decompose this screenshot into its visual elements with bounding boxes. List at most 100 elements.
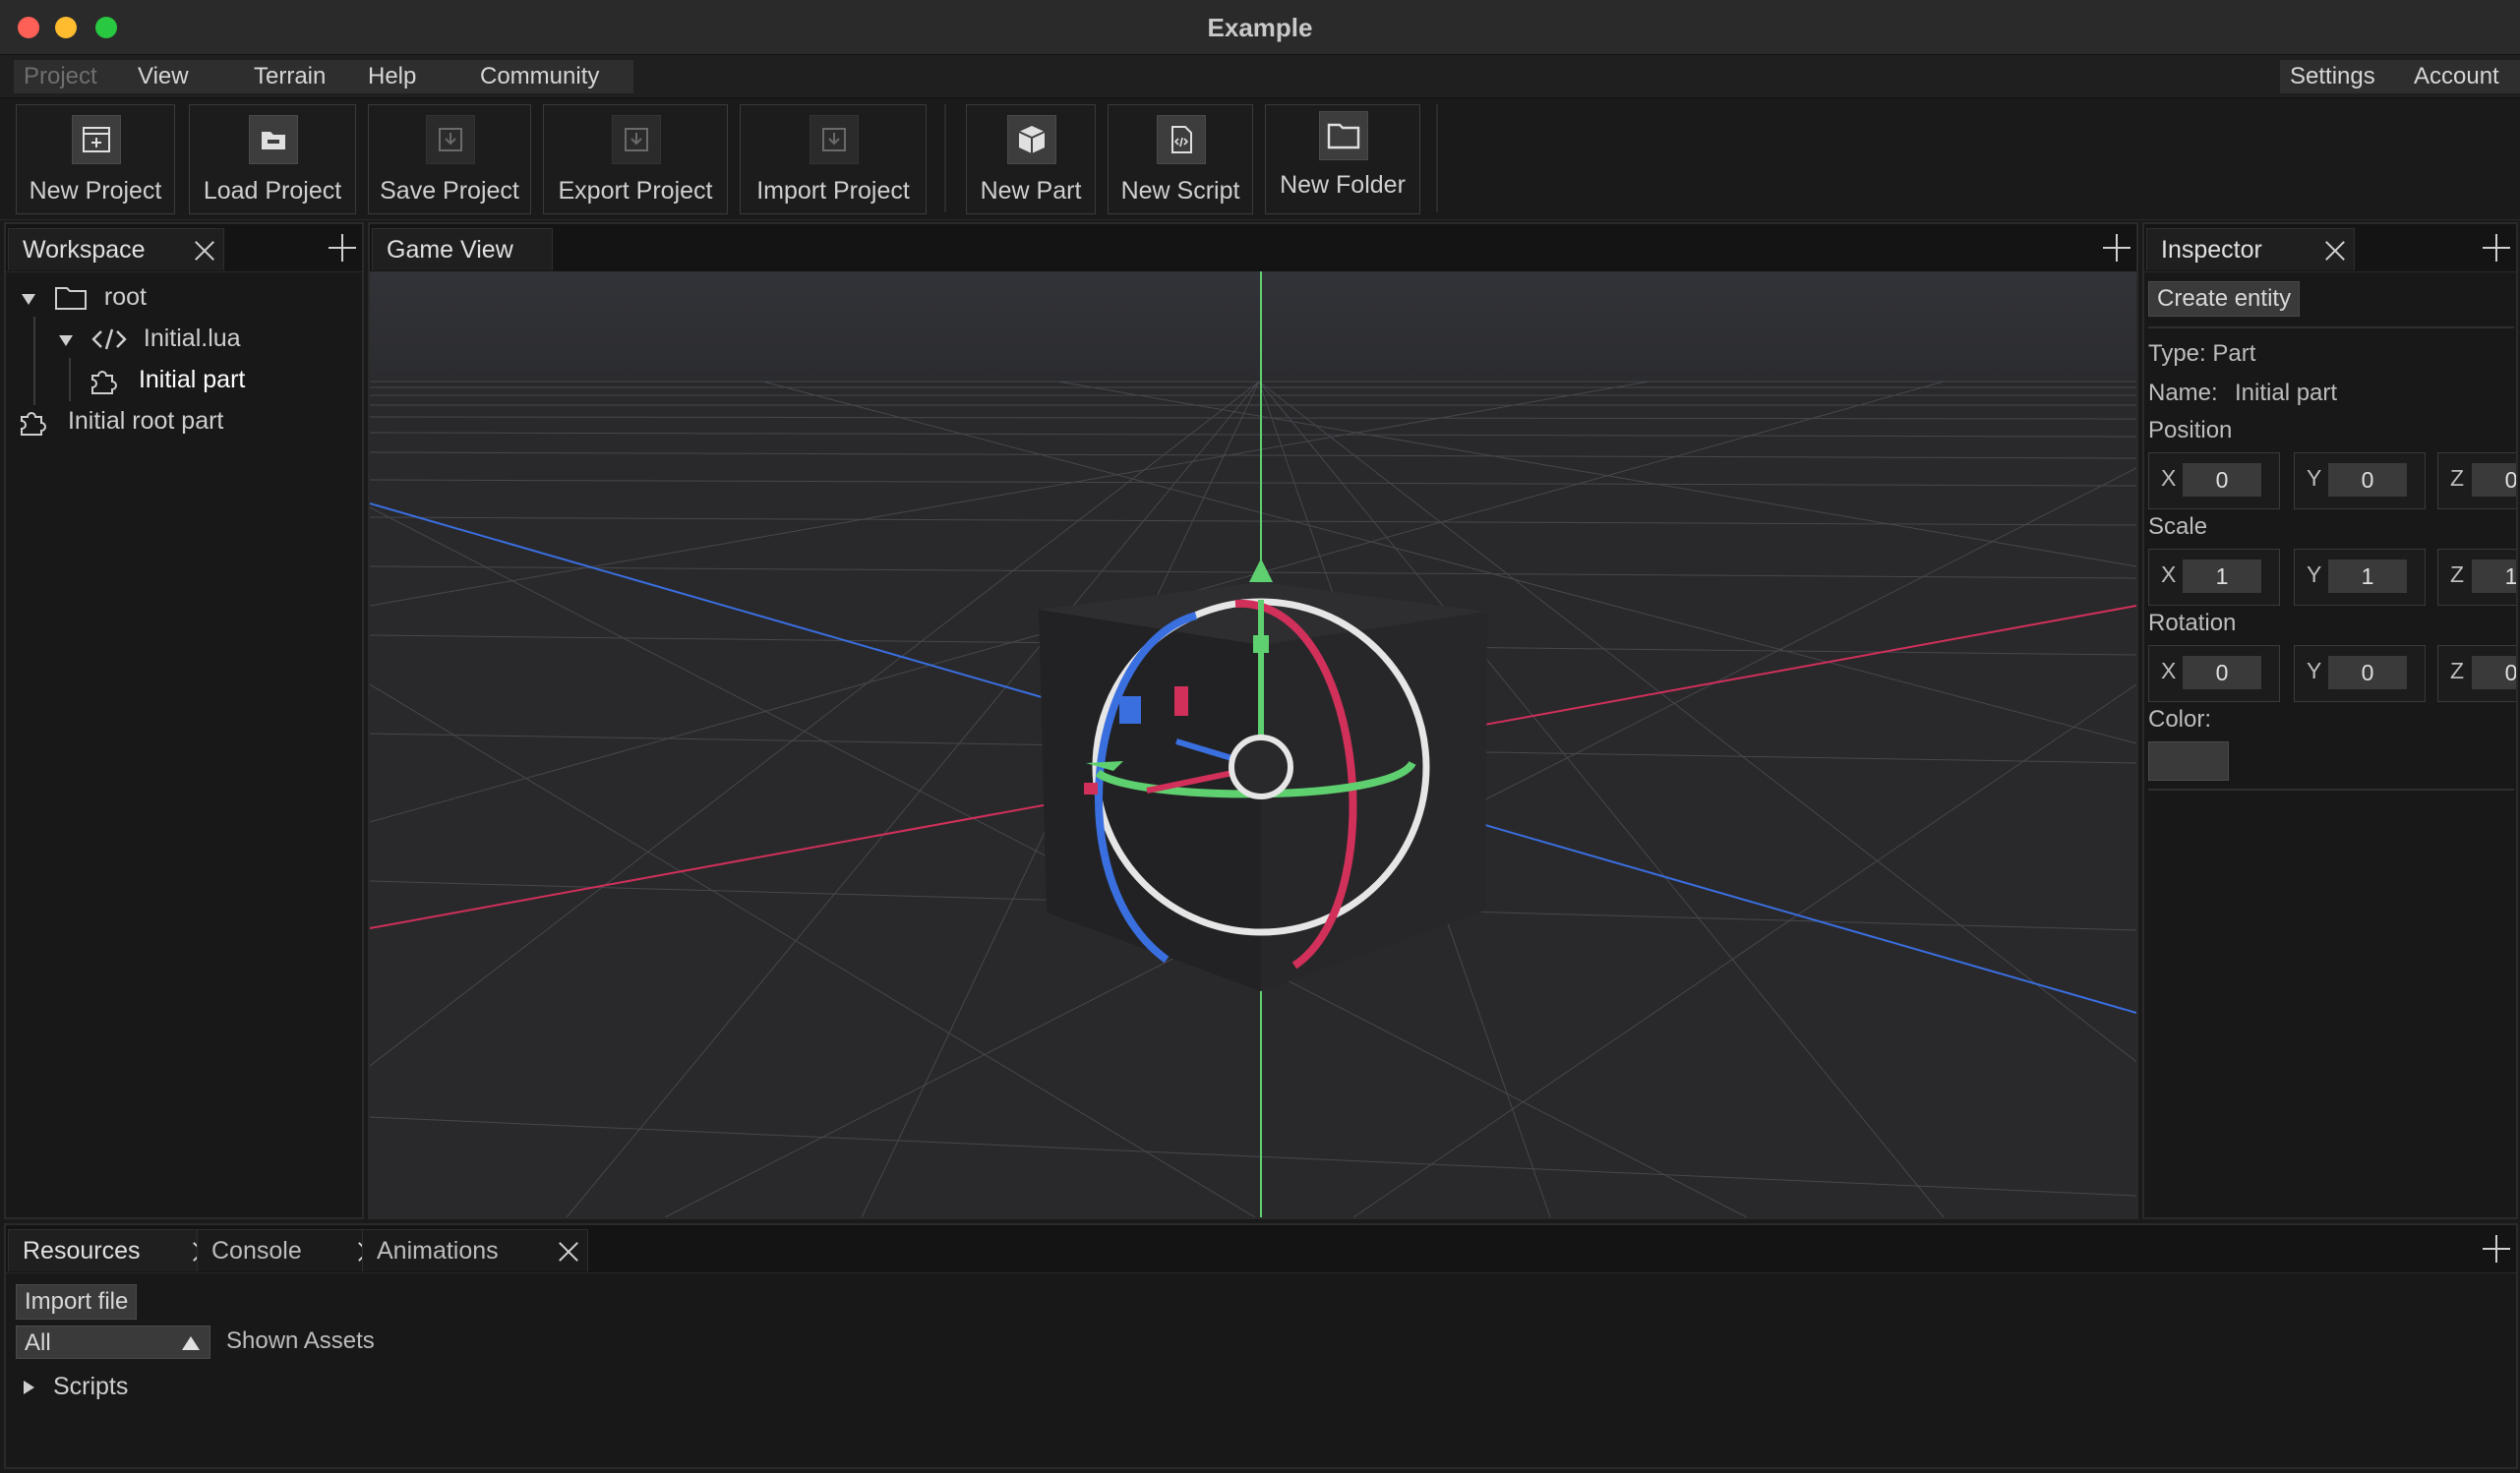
create-entity-button[interactable]: Create entity: [2148, 281, 2301, 317]
position-label: Position: [2148, 417, 2233, 443]
save-project-button[interactable]: Save Project: [368, 104, 531, 214]
toolbar: New Project Load Project Save Project Ex…: [0, 98, 2520, 220]
new-script-button[interactable]: New Script: [1108, 104, 1253, 214]
scale-x-field[interactable]: X 1: [2148, 549, 2280, 606]
tree-label: root: [103, 283, 147, 311]
game-view-tab-bar: Game View: [370, 224, 2136, 272]
tab-resources-label: Resources: [23, 1237, 141, 1265]
close-icon[interactable]: [558, 1240, 579, 1262]
rotation-z-field[interactable]: Z 0: [2437, 645, 2516, 702]
asset-filter-select[interactable]: All: [16, 1326, 210, 1359]
name-value: Initial part: [2235, 380, 2338, 406]
add-tab-icon[interactable]: [2103, 234, 2130, 262]
name-label: Name:: [2148, 380, 2218, 406]
rotation-x-field[interactable]: X 0: [2148, 645, 2280, 702]
import-file-button[interactable]: Import file: [16, 1284, 138, 1320]
viewport-canvas[interactable]: [370, 271, 2136, 1217]
close-icon[interactable]: [194, 239, 215, 261]
tab-inspector-label: Inspector: [2161, 236, 2262, 264]
chevron-up-icon: [182, 1336, 200, 1350]
rotation-x-input[interactable]: 0: [2183, 656, 2261, 689]
menu-account[interactable]: Account: [2404, 60, 2520, 93]
menu-terrain[interactable]: Terrain: [244, 60, 362, 93]
scale-y-field[interactable]: Y 1: [2294, 549, 2426, 606]
menu-community[interactable]: Community: [470, 60, 633, 93]
position-x-input[interactable]: 0: [2183, 463, 2261, 497]
new-part-button[interactable]: New Part: [966, 104, 1096, 214]
tree-item-scripts[interactable]: Scripts: [24, 1367, 128, 1406]
new-project-button[interactable]: New Project: [16, 104, 175, 214]
puzzle-icon: [91, 371, 117, 395]
save-project-label: Save Project: [380, 177, 519, 205]
export-project-button[interactable]: Export Project: [543, 104, 728, 214]
asset-filter-value: All: [25, 1329, 51, 1356]
caret-down-icon[interactable]: [22, 294, 35, 305]
puzzle-icon: [21, 412, 46, 437]
axis-label: X: [2161, 658, 2177, 683]
caret-down-icon[interactable]: [59, 335, 73, 346]
tree-label: Initial root part: [67, 407, 224, 435]
title-bar: Example: [0, 0, 2520, 55]
rotation-y-input[interactable]: 0: [2328, 656, 2407, 689]
scale-z-field[interactable]: Z 1: [2437, 549, 2516, 606]
menu-project[interactable]: Project: [14, 60, 132, 93]
axis-label: Y: [2307, 561, 2322, 587]
bottom-tab-bar: Resources Console Animations: [6, 1225, 2516, 1273]
tree-item-root[interactable]: root: [22, 277, 147, 317]
rotation-y-field[interactable]: Y 0: [2294, 645, 2426, 702]
menu-view[interactable]: View: [128, 60, 248, 93]
tree-item-initial-part[interactable]: Initial part: [87, 360, 245, 399]
tab-console[interactable]: Console: [197, 1229, 388, 1271]
close-icon[interactable]: [2324, 239, 2346, 261]
import-project-button[interactable]: Import Project: [740, 104, 927, 214]
color-swatch-button[interactable]: [2148, 741, 2229, 781]
rotation-label: Rotation: [2148, 610, 2237, 636]
caret-right-icon[interactable]: [24, 1381, 34, 1394]
bottom-panel: Resources Console Animations Import file…: [4, 1223, 2518, 1469]
export-icon: [612, 115, 661, 164]
tab-workspace-label: Workspace: [23, 236, 146, 264]
rotation-z-input[interactable]: 0: [2472, 656, 2516, 689]
new-folder-button[interactable]: New Folder: [1265, 104, 1420, 214]
script-file-icon: [1157, 115, 1206, 164]
shown-assets-label: Shown Assets: [226, 1327, 375, 1354]
tab-game-view[interactable]: Game View: [372, 228, 553, 270]
menu-help[interactable]: Help: [358, 60, 474, 93]
workspace-tab-bar: Workspace: [6, 224, 362, 272]
position-z-field[interactable]: Z 0: [2437, 452, 2516, 509]
import-project-label: Import Project: [756, 177, 910, 205]
new-part-label: New Part: [980, 177, 1082, 205]
load-project-label: Load Project: [203, 177, 342, 205]
add-tab-icon[interactable]: [2483, 234, 2510, 262]
save-icon: [426, 115, 475, 164]
toolbar-separator: [944, 104, 946, 212]
add-tab-icon[interactable]: [329, 234, 356, 262]
axis-label: Z: [2450, 465, 2465, 491]
tab-console-label: Console: [211, 1237, 302, 1265]
scale-y-input[interactable]: 1: [2328, 560, 2407, 593]
position-y-input[interactable]: 0: [2328, 463, 2407, 497]
position-y-field[interactable]: Y 0: [2294, 452, 2426, 509]
tab-resources[interactable]: Resources: [8, 1229, 222, 1271]
inspector-panel: Inspector Create entity Type: Part Name:…: [2142, 222, 2518, 1219]
export-project-label: Export Project: [558, 177, 713, 205]
position-z-input[interactable]: 0: [2472, 463, 2516, 497]
tree-item-initial-root-part[interactable]: Initial root part: [16, 401, 223, 441]
axis-label: Y: [2307, 658, 2322, 683]
axis-label: X: [2161, 561, 2177, 587]
add-tab-icon[interactable]: [2483, 1235, 2510, 1263]
tree-guide-line: [33, 317, 35, 405]
scale-z-input[interactable]: 1: [2472, 560, 2516, 593]
workspace-panel: Workspace root Initial.lua Initial part …: [4, 222, 364, 1219]
position-x-field[interactable]: X 0: [2148, 452, 2280, 509]
menu-settings[interactable]: Settings: [2280, 60, 2416, 93]
tree-label: Initial.lua: [143, 324, 241, 352]
load-project-button[interactable]: Load Project: [189, 104, 356, 214]
inspector-tab-bar: Inspector: [2144, 224, 2516, 272]
tab-inspector[interactable]: Inspector: [2146, 228, 2355, 270]
new-folder-label: New Folder: [1280, 171, 1406, 199]
scale-x-input[interactable]: 1: [2183, 560, 2261, 593]
tab-animations[interactable]: Animations: [362, 1229, 588, 1271]
tab-workspace[interactable]: Workspace: [8, 228, 224, 270]
tree-item-initial-lua[interactable]: Initial.lua: [59, 319, 241, 358]
